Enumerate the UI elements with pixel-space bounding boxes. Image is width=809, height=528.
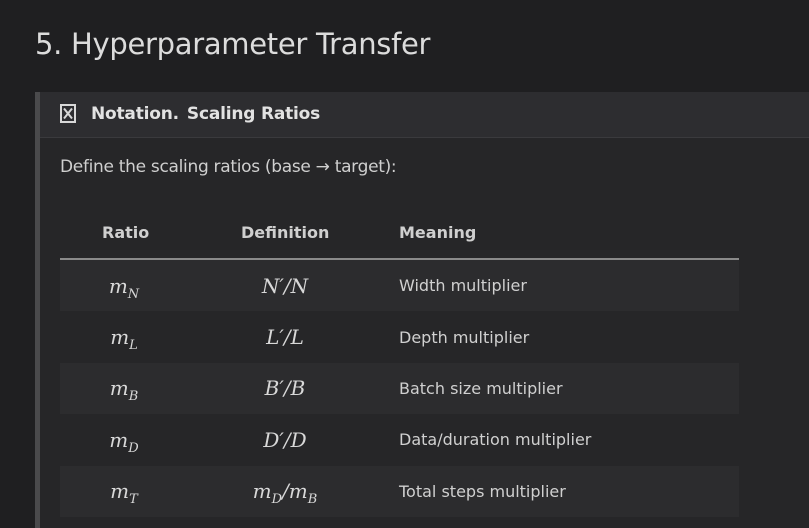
column-header-ratio: Ratio [102,223,150,242]
meaning-cell: Data/duration multiplier [399,430,592,450]
table-row: mN N′/N Width multiplier [60,260,739,312]
ratio-symbol: mN [108,273,140,302]
callout-header[interactable]: Notation. Scaling Ratios [40,92,809,138]
ratio-cell: mT [60,466,188,517]
definition-cell: B′/B [210,363,360,414]
table-row: mD D′/D Data/duration multiplier [60,414,739,466]
ratio-symbol: mD [109,427,139,456]
column-header-definition: Definition [241,223,330,242]
notation-callout: Notation. Scaling Ratios Define the scali… [35,92,809,528]
ratio-symbol: mB [109,376,139,405]
callout-title: Notation. Scaling Ratios [91,104,320,124]
table-row: mL L′/L Depth multiplier [60,311,739,363]
ratio-cell: mL [60,311,188,362]
section-title: 5. Hyperparameter Transfer [35,27,431,61]
ratio-cell: mB [60,363,188,414]
definition-cell: mD/mB [210,466,360,517]
definition-formula: mD/mB [252,479,318,508]
definition-cell: L′/L [210,311,360,362]
definition-cell: N′/N [210,260,360,311]
scaling-ratios-table: Ratio Definition Meaning mN N′/N Width m… [60,214,739,517]
meaning-cell: Depth multiplier [399,327,530,347]
collapse-box-icon[interactable] [60,104,76,123]
definition-formula: B′/B [264,376,306,401]
ratio-cell: mN [60,260,188,311]
table-header: Ratio Definition Meaning [60,214,739,260]
ratio-symbol: mT [110,479,138,508]
meaning-cell: Total steps multiplier [399,481,566,501]
callout-label: Notation. [91,104,179,124]
definition-formula: D′/D [263,427,307,452]
definition-cell: D′/D [210,414,360,465]
definition-formula: L′/L [266,325,304,350]
document-page: 5. Hyperparameter Transfer Notation. Scal… [0,0,809,528]
ratio-cell: mD [60,414,188,465]
table-row: mB B′/B Batch size multiplier [60,362,739,415]
table-row: mT mD/mB Total steps multiplier [60,465,739,517]
intro-text: Define the scaling ratios (base → target… [60,157,397,177]
ratio-symbol: mL [110,325,138,354]
definition-formula: N′/N [261,273,309,298]
callout-heading: Scaling Ratios [186,104,321,124]
meaning-cell: Width multiplier [399,276,527,296]
meaning-cell: Batch size multiplier [399,378,563,398]
column-header-meaning: Meaning [399,223,477,242]
